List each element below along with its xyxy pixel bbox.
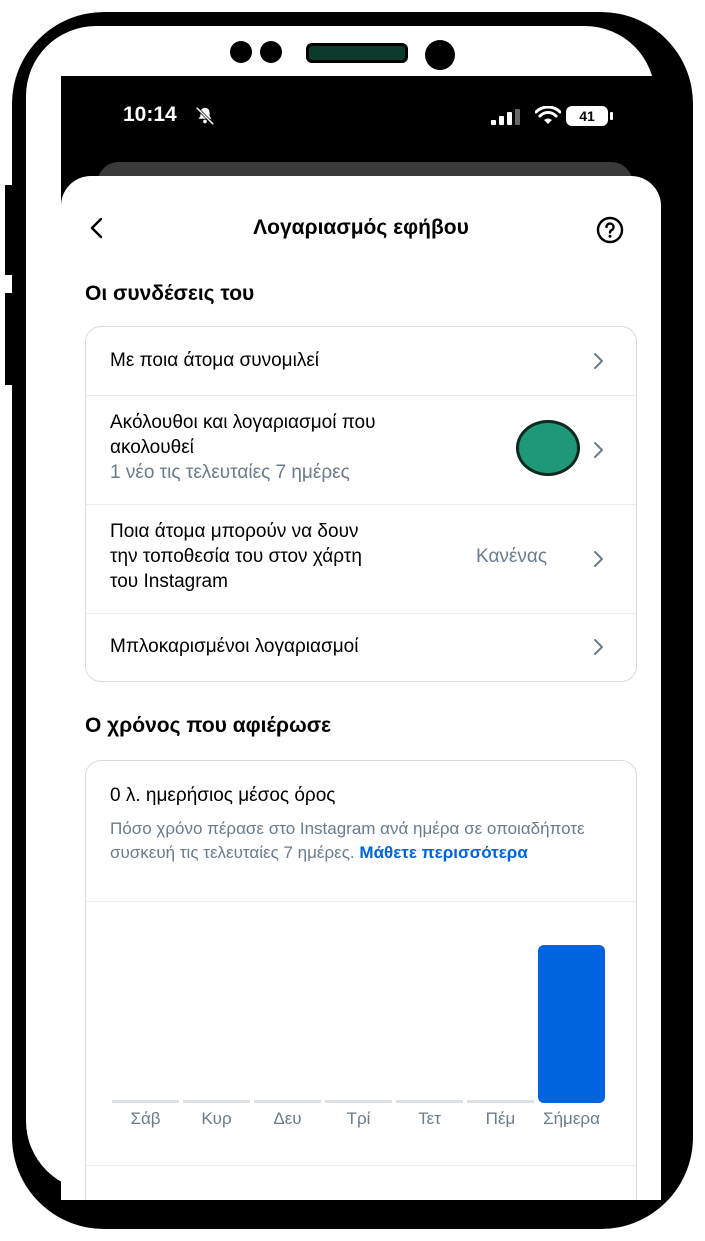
chevron-right-icon bbox=[594, 551, 603, 567]
row-location-value: Κανένας bbox=[476, 546, 548, 567]
row-chats-label: Με ποια άτομα συνομιλεί bbox=[110, 350, 320, 371]
chart-bar-empty bbox=[396, 1100, 463, 1103]
chart-bar-empty bbox=[112, 1100, 179, 1103]
row-chats[interactable]: Με ποια άτομα συνομιλεί bbox=[86, 327, 636, 395]
marker-dot bbox=[516, 420, 580, 476]
status-time: 10:14 bbox=[123, 103, 177, 126]
battery-tip bbox=[610, 112, 613, 120]
chart-tick-label: Δευ bbox=[273, 1109, 302, 1128]
row-followers-line1: Ακόλουθοι και λογαριασμοί που bbox=[110, 412, 376, 433]
chart-bar bbox=[538, 945, 605, 1103]
bell-muted-icon bbox=[195, 106, 215, 126]
time-spent-description: Πόσο χρόνο πέρασε στο Instagram ανά ημέρ… bbox=[110, 817, 610, 865]
row-blocked[interactable]: Μπλοκαρισμένοι λογαριασμοί bbox=[86, 614, 636, 681]
row-blocked-label: Μπλοκαρισμένοι λογαριασμοί bbox=[110, 636, 359, 657]
row-location-line1: Ποια άτομα μπορούν να δουν bbox=[110, 521, 359, 542]
chevron-right-icon bbox=[594, 639, 603, 655]
chart-tick-label: Τετ bbox=[418, 1109, 441, 1128]
row-location-line3: του Instagram bbox=[110, 571, 228, 592]
earpiece-speaker bbox=[306, 43, 408, 63]
battery-indicator: 41 bbox=[566, 106, 608, 126]
help-icon[interactable] bbox=[596, 216, 624, 244]
row-followers[interactable]: Ακόλουθοι και λογαριασμοί που ακολουθεί … bbox=[86, 396, 636, 504]
chart-tick-label: Σήμερα bbox=[543, 1109, 600, 1128]
bottom-sheet: Λογαριασμός εφήβου Οι συνδέσεις του Με π… bbox=[61, 176, 661, 1200]
chevron-right-icon bbox=[594, 353, 603, 369]
chart-tick-label: Τρί bbox=[346, 1109, 371, 1128]
chart-bar-empty bbox=[467, 1100, 534, 1103]
sensor-dot bbox=[260, 41, 282, 63]
volume-button bbox=[5, 293, 17, 385]
usage-chart: Σάβ Κυρ Δευ Τρί Τετ Πέμ Σήμερα bbox=[86, 911, 636, 1181]
daily-average: 0 λ. ημερήσιος μέσος όρος bbox=[110, 785, 336, 806]
screen: 10:14 41 Λογαριασμός εφήβου Οι συνδέσεις… bbox=[61, 76, 661, 1200]
row-location-label: Ποια άτομα μπορούν να δουν την τοποθεσία… bbox=[110, 519, 362, 594]
row-followers-label: Ακόλουθοι και λογαριασμοί που ακολουθεί … bbox=[110, 410, 376, 485]
row-followers-line2: ακολουθεί bbox=[110, 437, 194, 458]
connections-card: Με ποια άτομα συνομιλεί Ακόλουθοι και λο… bbox=[85, 326, 637, 682]
connections-section-title: Οι συνδέσεις του bbox=[85, 282, 255, 305]
row-followers-sub: 1 νέο τις τελευταίες 7 ημέρες bbox=[110, 462, 350, 483]
volume-button bbox=[5, 185, 17, 275]
learn-more-link[interactable]: Μάθετε περισσότερα bbox=[359, 843, 527, 862]
chart-bar-empty bbox=[325, 1100, 392, 1103]
time-spent-section-title: Ο χρόνος που αφιέρωσε bbox=[85, 714, 332, 737]
divider bbox=[86, 1165, 636, 1166]
front-camera bbox=[425, 40, 455, 70]
divider bbox=[86, 901, 636, 902]
chart-tick-label: Σάβ bbox=[130, 1109, 161, 1128]
signal-icon bbox=[491, 109, 520, 125]
chart-tick-label: Κυρ bbox=[201, 1109, 232, 1128]
chart-tick-label: Πέμ bbox=[485, 1109, 516, 1128]
row-location-line2: την τοποθεσία του στον χάρτη bbox=[110, 546, 362, 567]
chevron-right-icon bbox=[594, 442, 603, 458]
time-spent-card: 0 λ. ημερήσιος μέσος όρος Πόσο χρόνο πέρ… bbox=[85, 760, 637, 1200]
chart-bar-empty bbox=[183, 1100, 250, 1103]
chart-bar-empty bbox=[254, 1100, 321, 1103]
sensor-dot bbox=[230, 41, 252, 63]
row-location[interactable]: Ποια άτομα μπορούν να δουν την τοποθεσία… bbox=[86, 505, 636, 613]
wifi-icon bbox=[535, 106, 561, 124]
page-title: Λογαριασμός εφήβου bbox=[253, 216, 469, 239]
